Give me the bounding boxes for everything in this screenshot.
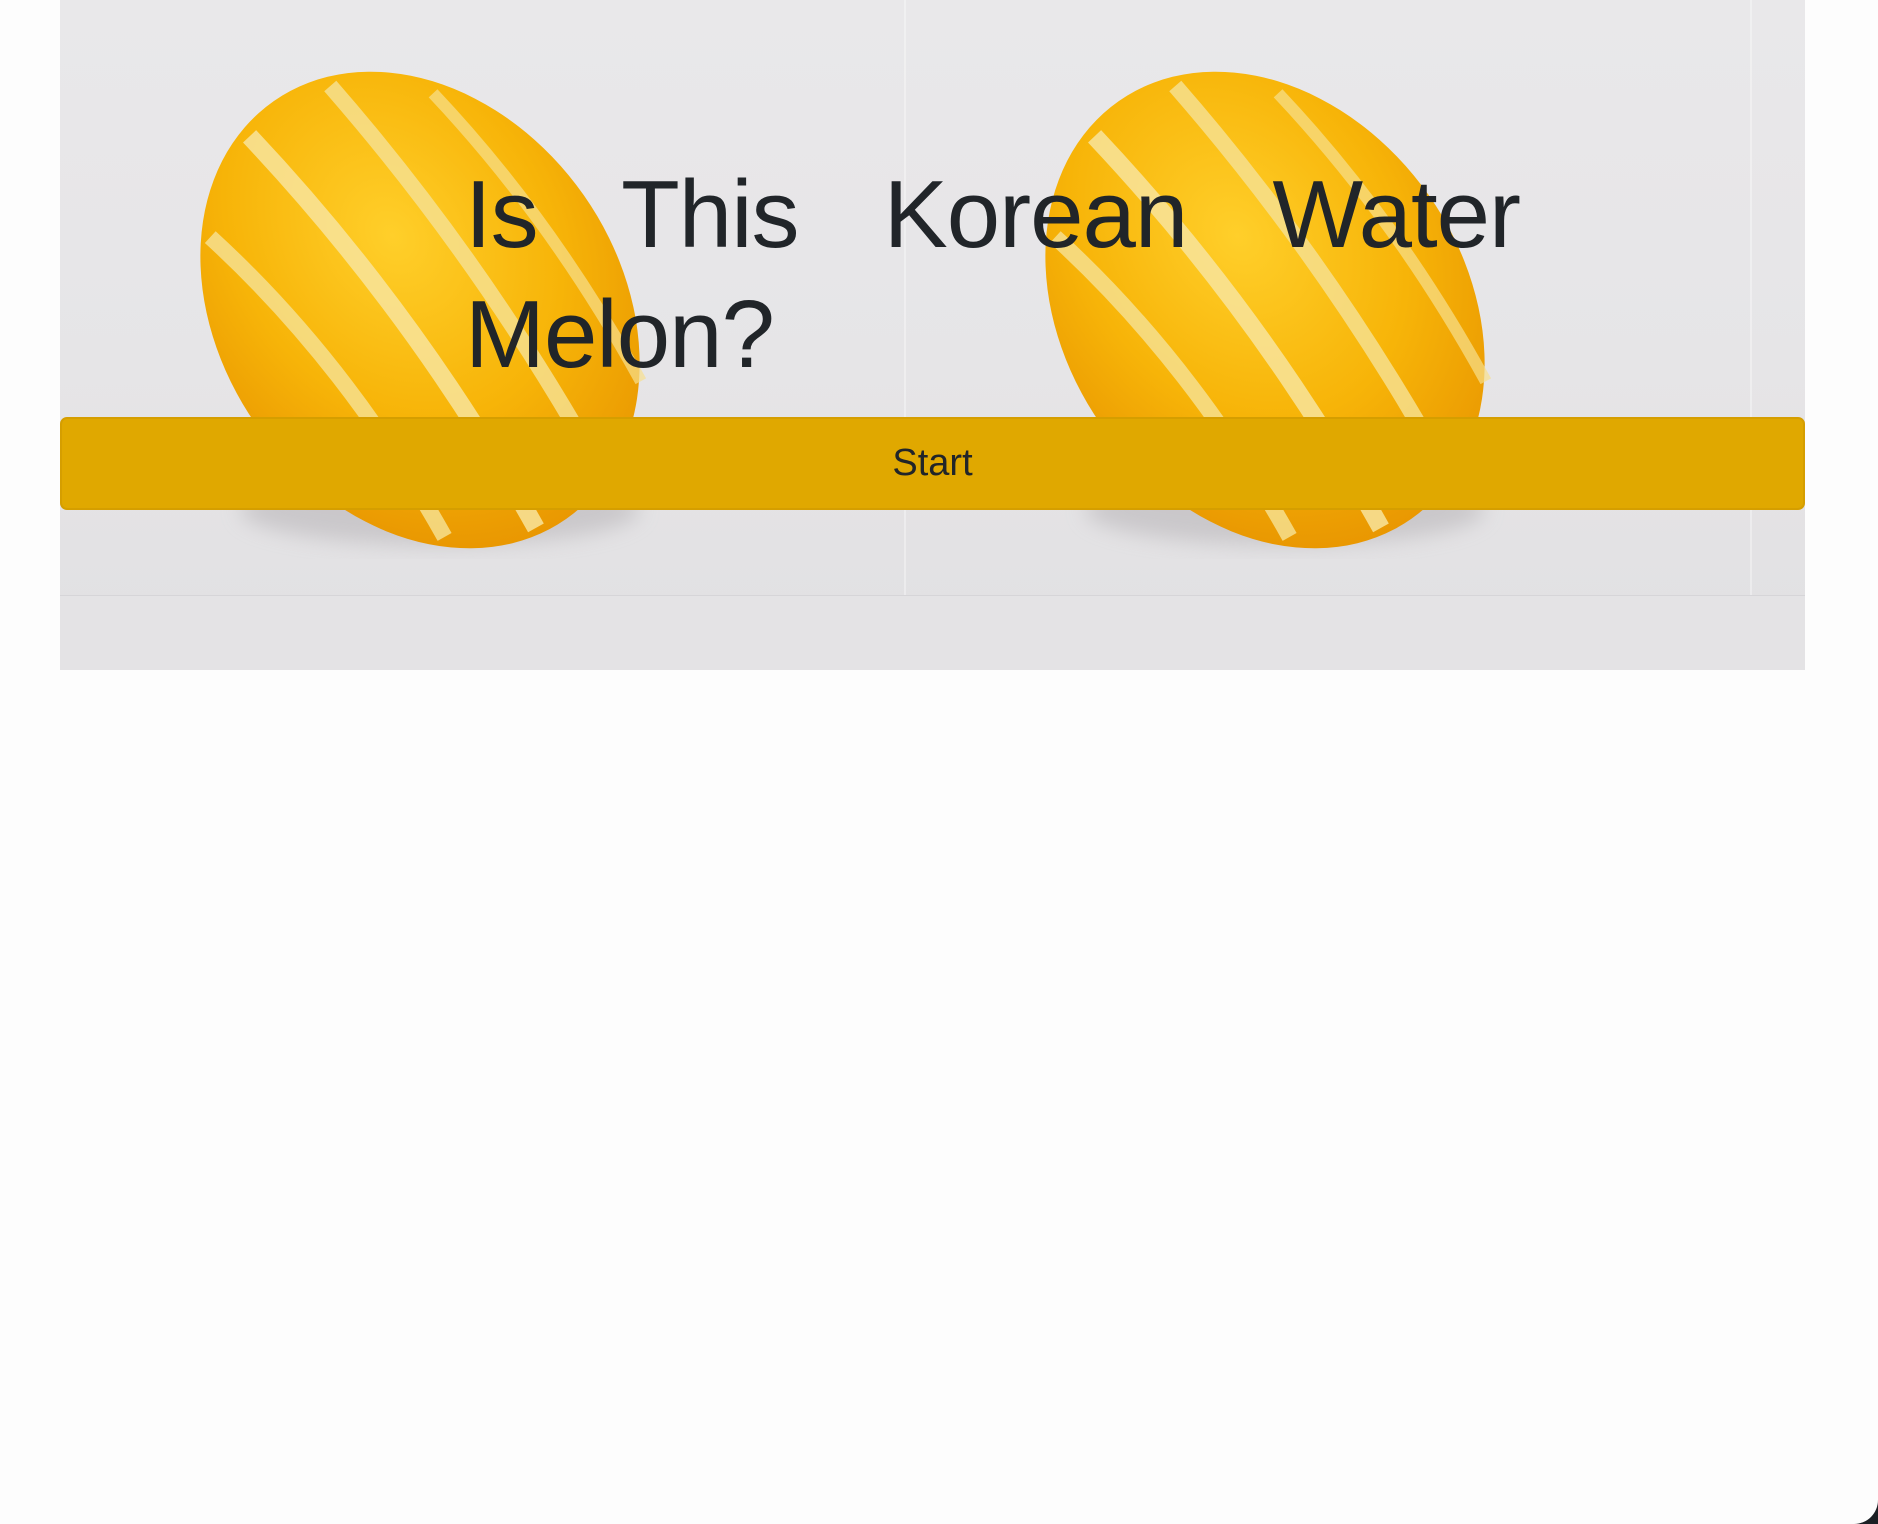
page-title: Is This Korean Water Melon?: [465, 161, 1521, 388]
start-button[interactable]: Start: [60, 417, 1805, 510]
hero-lower-band: [60, 596, 1805, 670]
image-tile-seam: [1750, 0, 1752, 670]
hero-banner: Is This Korean Water Melon?: [60, 0, 1805, 670]
page: Is This Korean Water Melon? Start: [0, 0, 1878, 1524]
